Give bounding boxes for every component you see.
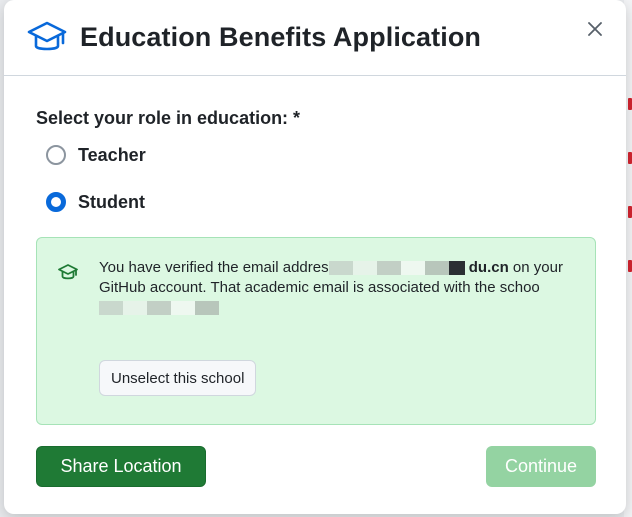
role-option-student[interactable]: Student: [46, 190, 594, 214]
unselect-school-button[interactable]: Unselect this school: [99, 360, 257, 396]
teacher-label: Teacher: [78, 144, 146, 165]
share-location-button[interactable]: Share Location: [36, 446, 206, 487]
graduation-cap-icon: [26, 18, 70, 58]
education-benefits-dialog: Education Benefits Application Select yo…: [4, 0, 626, 514]
school-info-box: You have verified the email addres du.cn…: [36, 237, 596, 425]
continue-button[interactable]: Continue: [486, 446, 596, 487]
background-marker: [628, 98, 632, 110]
email-domain: du.cn: [468, 259, 509, 276]
background-marker: [628, 260, 632, 272]
dialog-title: Education Benefits Application: [80, 22, 482, 52]
redacted-school-name: [99, 301, 219, 316]
dialog-body: Select your role in education: * Teacher…: [4, 76, 626, 425]
role-label: Select your role in education: *: [36, 108, 301, 128]
student-label: Student: [78, 191, 145, 212]
role-option-teacher[interactable]: Teacher: [46, 143, 594, 167]
redacted-email: [328, 261, 449, 276]
school-verification-text: You have verified the email addres du.cn…: [99, 258, 579, 318]
teacher-radio[interactable]: [46, 145, 66, 165]
student-radio[interactable]: [46, 192, 66, 212]
close-icon: [588, 22, 602, 36]
background-marker: [628, 152, 632, 164]
close-button[interactable]: [584, 18, 606, 40]
dialog-header: Education Benefits Application: [4, 0, 626, 76]
redacted-block: [448, 261, 465, 276]
background-marker: [628, 206, 632, 218]
dialog-footer: Share Location Continue: [36, 446, 596, 488]
verification-text-part1: You have verified the email addres: [99, 259, 329, 276]
graduation-cap-icon: [57, 262, 79, 284]
